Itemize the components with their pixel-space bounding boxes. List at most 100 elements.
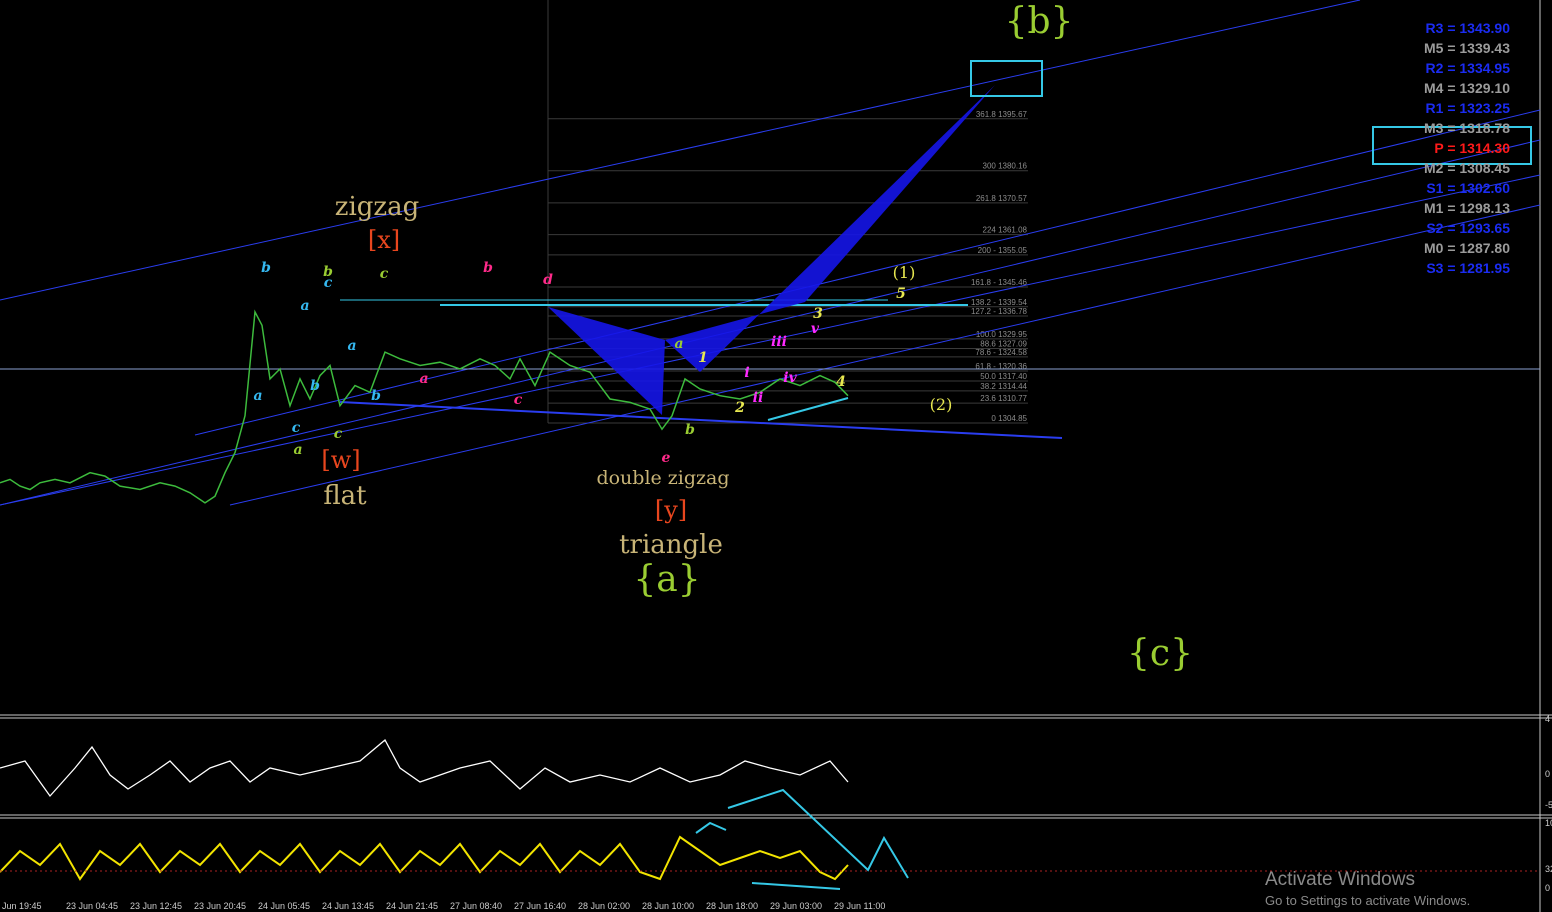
harmonic-pattern-fill <box>665 85 995 372</box>
pivot-levels-panel: R3 = 1343.90 M5 = 1339.43 R2 = 1334.95 M4 =… <box>1424 18 1510 278</box>
wave-letter: a <box>347 338 356 354</box>
pivot-level: M1 = 1298.13 <box>1423 200 1510 216</box>
osc1-axis-label: -5 <box>1545 800 1552 810</box>
wave-letter: a <box>293 442 302 458</box>
wave-letter: c <box>292 420 301 436</box>
fib-level-label: 23.6 1310.77 <box>980 394 1027 403</box>
x-axis-label: 29 Jun 11:00 <box>834 901 885 911</box>
wave-letter: 3 <box>813 306 823 322</box>
x-axis-label: 24 Jun 13:45 <box>322 901 374 911</box>
x-axis-label: 29 Jun 03:00 <box>770 901 822 911</box>
x-axis-label: 24 Jun 05:45 <box>258 901 310 911</box>
activate-windows-watermark: Activate Windows Go to Settings to activ… <box>1265 869 1470 908</box>
wave-label: zigzag <box>335 192 420 222</box>
pivot-level: M4 = 1329.10 <box>1423 80 1510 96</box>
wave-letter: 1 <box>698 350 708 366</box>
wave-label: [y] <box>655 496 687 524</box>
wave-letter: 5 <box>896 286 906 302</box>
lower-trend-line <box>339 401 1063 439</box>
pivot-level: M5 = 1339.43 <box>1423 40 1510 56</box>
price-chart[interactable]: 361.8 1395.67300 1380.16261.8 1370.57224… <box>0 0 1552 912</box>
fib-level-label: 100.0 1329.95 <box>976 330 1028 339</box>
oscillator-1-line <box>0 738 849 798</box>
wave-label: triangle <box>619 530 723 560</box>
wave-letter: c <box>380 266 389 282</box>
fib-level-label: 138.2 - 1339.54 <box>971 298 1028 307</box>
wave-letter: 4 <box>836 374 846 390</box>
wave-label: double zigzag <box>596 467 729 489</box>
x-axis-label: 28 Jun 02:00 <box>578 901 630 911</box>
x-axis-label: 23 Jun 12:45 <box>130 901 182 911</box>
wave-letter: e <box>662 450 671 466</box>
wave-letter: b <box>685 422 695 438</box>
channel-line <box>0 174 1541 506</box>
wave-label: {b} <box>1005 1 1074 42</box>
wave-label: [x] <box>368 226 400 254</box>
x-axis-label: 24 Jun 21:45 <box>386 901 438 911</box>
fib-level-label: 200 - 1355.05 <box>978 246 1028 255</box>
fib-level-label: 300 1380.16 <box>983 162 1028 171</box>
pivot-level: S3 = 1281.95 <box>1426 260 1510 276</box>
pivot-level: R3 = 1343.90 <box>1425 20 1510 36</box>
wave-letter: c <box>334 426 343 442</box>
watermark-line2: Go to Settings to activate Windows. <box>1265 893 1471 908</box>
channel-line <box>0 139 1541 506</box>
wave-letter: b <box>261 260 271 276</box>
x-axis-label: Jun 19:45 <box>2 901 42 911</box>
wave-letter: b <box>483 260 493 276</box>
wave-letter: b <box>323 264 333 280</box>
wave-letter: c <box>514 392 523 408</box>
divergence-arrow <box>751 882 841 890</box>
wave-letter: b <box>310 378 320 394</box>
wave-letter: a <box>253 388 262 404</box>
osc2-axis-label: 10 <box>1545 818 1552 828</box>
channel-line <box>194 109 1541 436</box>
wave-letter: iii <box>771 334 787 350</box>
divergence-arrow <box>767 397 849 421</box>
fib-level-label: 161.8 - 1345.46 <box>971 278 1028 287</box>
harmonic-pattern-fill <box>548 307 665 415</box>
x-axis-label: 28 Jun 10:00 <box>642 901 694 911</box>
x-axis-label: 23 Jun 04:45 <box>66 901 118 911</box>
fib-level-label: 0 1304.85 <box>991 414 1027 423</box>
fib-level-label: 38.2 1314.44 <box>980 382 1027 391</box>
wave-letter: a <box>300 298 309 314</box>
wave-letter: d <box>543 272 553 288</box>
wave-letter: b <box>371 388 381 404</box>
fib-level-label: 78.6 - 1324.58 <box>975 348 1027 357</box>
wave-label: (1) <box>893 263 916 282</box>
wave-letter: iv <box>783 370 797 386</box>
fib-level-label: 61.8 - 1320.36 <box>975 362 1027 371</box>
pivot-level: R2 = 1334.95 <box>1425 60 1510 76</box>
wave-letter: i <box>744 365 749 381</box>
fib-level-label: 127.2 - 1336.78 <box>971 307 1028 316</box>
pivot-level: M3 = 1318.78 <box>1423 120 1510 136</box>
pivot-level: S1 = 1302.60 <box>1426 180 1510 196</box>
osc2-axis-label: 0 <box>1545 883 1550 893</box>
x-axis-label: 27 Jun 08:40 <box>450 901 502 911</box>
osc1-axis-label: 0 <box>1545 769 1550 779</box>
wave-letter: 2 <box>734 400 745 416</box>
wave-label: [w] <box>321 446 360 474</box>
pivot-level: S2 = 1293.65 <box>1426 220 1510 236</box>
wave-label: {a} <box>633 559 700 600</box>
wave-label: flat <box>323 481 367 511</box>
pivot-level: P = 1314.30 <box>1434 140 1510 156</box>
oscillator-2-line <box>0 835 849 881</box>
pivot-level: M2 = 1308.45 <box>1423 160 1510 176</box>
wave-letter: a <box>674 336 683 352</box>
fib-level-label: 224 1361.08 <box>983 226 1028 235</box>
osc1-axis-label: 4 <box>1545 714 1550 724</box>
x-axis-label: 23 Jun 20:45 <box>194 901 246 911</box>
pivot-level: R1 = 1323.25 <box>1425 100 1510 116</box>
x-axis-label: 27 Jun 16:40 <box>514 901 566 911</box>
divergence-arrow <box>695 821 727 834</box>
wave-letter: ii <box>753 390 764 406</box>
wave-label: (2) <box>930 395 953 414</box>
channel-line <box>229 204 1541 506</box>
fib-level-label: 261.8 1370.57 <box>976 194 1028 203</box>
watermark-line1: Activate Windows <box>1265 869 1415 890</box>
wave-label: {c} <box>1127 633 1193 674</box>
pivot-level: M0 = 1287.80 <box>1423 240 1510 256</box>
osc2-axis-label: 32 <box>1545 864 1552 874</box>
